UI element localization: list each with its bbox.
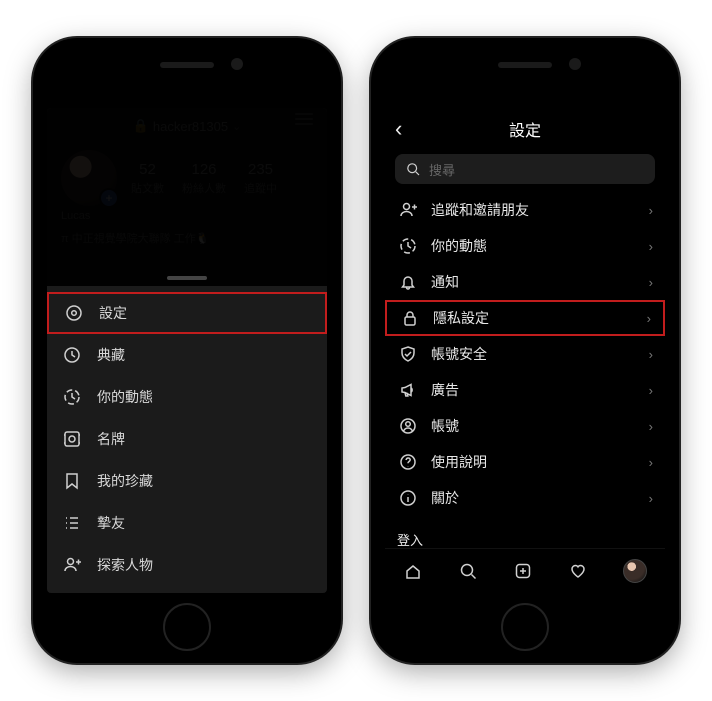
camera-dot [569,58,581,70]
menu-item-label: 你的動態 [97,387,153,407]
settings-item-help[interactable]: 使用說明 › [385,444,665,480]
settings-item-bell[interactable]: 通知 › [385,264,665,300]
settings-item-label: 廣告 [431,380,459,400]
avatar[interactable]: + [61,150,117,206]
chevron-right-icon: › [649,383,653,398]
private-icon: 🔒 [133,118,149,134]
camera-dot [231,58,243,70]
settings-item-discover[interactable]: 追蹤和邀請朋友 › [385,192,665,228]
discover-icon [397,200,419,220]
bell-icon [397,272,419,292]
settings-item-label: 追蹤和邀請朋友 [431,200,529,220]
chevron-right-icon: › [649,419,653,434]
menu-item-label: 我的珍藏 [97,471,153,491]
menu-item-label: 名牌 [97,429,125,449]
menu-item-list[interactable]: 摯友 [47,502,327,544]
menu-item-nametag[interactable]: 名牌 [47,418,327,460]
add-story-icon[interactable]: + [99,188,119,208]
settings-item-shield[interactable]: 帳號安全 › [385,336,665,372]
settings-item-megaphone[interactable]: 廣告 › [385,372,665,408]
chevron-right-icon: › [649,347,653,362]
nav-activity[interactable] [568,561,588,581]
bottom-nav [385,548,665,593]
history-icon [61,345,83,365]
chevron-right-icon: › [649,239,653,254]
settings-item-label: 通知 [431,272,459,292]
list-icon [61,513,83,533]
activity-icon [397,236,419,256]
menu-item-bookmark[interactable]: 我的珍藏 [47,460,327,502]
settings-title: 設定 [509,117,541,141]
sheet-grip[interactable] [167,276,207,280]
menu-item-label: 探索人物 [97,555,153,575]
help-icon [397,452,419,472]
info-icon [397,488,419,508]
lock-icon [399,308,421,328]
chevron-right-icon: › [649,455,653,470]
menu-icon[interactable] [295,118,313,120]
settings-item-label: 帳號安全 [431,344,487,364]
back-button[interactable]: ‹ [395,120,402,138]
search-input[interactable]: 搜尋 [395,154,655,184]
settings-item-info[interactable]: 關於 › [385,480,665,516]
settings-item-label: 帳號 [431,416,459,436]
stats: 52貼文數 126粉絲人數 235追蹤中 [131,161,277,196]
settings-item-account[interactable]: 帳號 › [385,408,665,444]
nametag-icon [61,429,83,449]
screen-left: 🔒 hacker81305 ⌄ + 52貼文數 126粉絲人數 235追蹤中 L… [47,108,327,593]
settings-item-label: 你的動態 [431,236,487,256]
chevron-right-icon: › [649,275,653,290]
nav-search[interactable] [458,561,478,581]
menu-item-label: 典藏 [97,345,125,365]
display-name: Lucas [47,206,327,226]
stat-followers[interactable]: 126粉絲人數 [182,161,226,196]
gear-icon [63,303,85,323]
stat-posts[interactable]: 52貼文數 [131,161,164,196]
settings-header: ‹ 設定 [385,108,665,150]
phone-right: ‹ 設定 搜尋 追蹤和邀請朋友 › 你的動態 › 通知 › 隱私設定 › 帳號安全 › 廣告 › 帳號 ›… [371,38,679,663]
nav-home[interactable] [403,561,423,581]
settings-item-label: 關於 [431,488,459,508]
chevron-right-icon: › [649,203,653,218]
account-icon [397,416,419,436]
settings-item-lock[interactable]: 隱私設定 › [385,300,665,336]
profile-username: hacker81305 [153,119,228,134]
chevron-right-icon: › [649,491,653,506]
chevron-right-icon: › [647,311,651,326]
search-placeholder: 搜尋 [429,160,455,179]
phone-left: 🔒 hacker81305 ⌄ + 52貼文數 126粉絲人數 235追蹤中 L… [33,38,341,663]
menu-item-history[interactable]: 典藏 [47,334,327,376]
avatar-icon [623,559,647,583]
settings-list: 追蹤和邀請朋友 › 你的動態 › 通知 › 隱私設定 › 帳號安全 › 廣告 › 帳號 › 使用說明 › 關於 › [385,192,665,516]
menu-item-gear[interactable]: 設定 [47,292,327,334]
menu-item-label: 設定 [99,303,127,323]
nav-new-post[interactable] [513,561,533,581]
settings-item-label: 使用說明 [431,452,487,472]
discover-icon [61,555,83,575]
bottom-sheet-menu: 設定典藏你的動態名牌我的珍藏摯友探索人物 [47,286,327,593]
nav-profile[interactable] [623,559,647,583]
screen-right: ‹ 設定 搜尋 追蹤和邀請朋友 › 你的動態 › 通知 › 隱私設定 › 帳號安全 › 廣告 › 帳號 ›… [385,108,665,593]
megaphone-icon [397,380,419,400]
profile-stats-row: + 52貼文數 126粉絲人數 235追蹤中 [47,150,327,206]
shield-icon [397,344,419,364]
menu-item-activity[interactable]: 你的動態 [47,376,327,418]
menu-item-discover[interactable]: 探索人物 [47,544,327,586]
speaker-slot [160,62,214,68]
menu-item-label: 摯友 [97,513,125,533]
home-button[interactable] [501,603,549,651]
bio-line: π 中正視覺學院大聯隊 工作🐧 [47,226,327,250]
bookmark-icon [61,471,83,491]
home-button[interactable] [163,603,211,651]
speaker-slot [498,62,552,68]
settings-item-label: 隱私設定 [433,308,489,328]
profile-header: 🔒 hacker81305 ⌄ [47,108,327,144]
settings-item-activity[interactable]: 你的動態 › [385,228,665,264]
stat-following[interactable]: 235追蹤中 [244,161,277,196]
activity-icon [61,387,83,407]
search-icon [405,161,421,177]
chevron-down-icon: ⌄ [232,120,241,133]
